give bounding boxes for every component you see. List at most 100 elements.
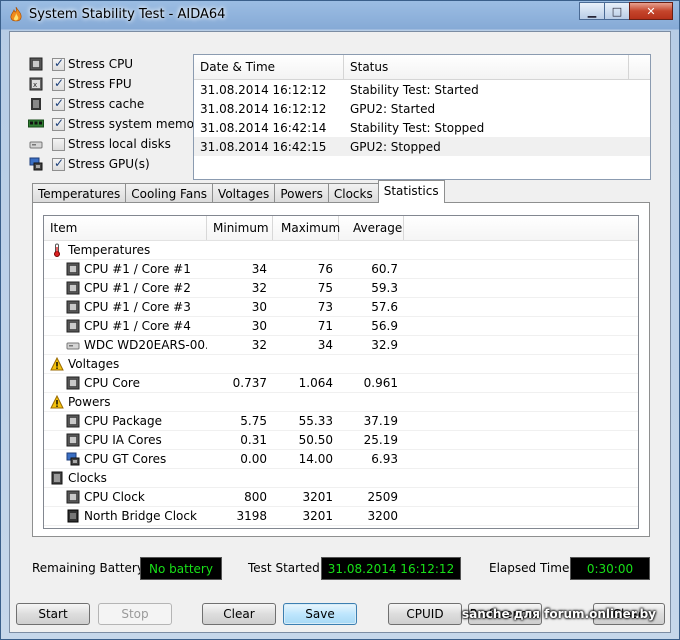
- elapsed-time-value: 0:30:00: [570, 557, 650, 580]
- test-started-label: Test Started:: [248, 561, 324, 575]
- event-log[interactable]: Date & Time Status 31.08.2014 16:12:12 St…: [193, 54, 651, 180]
- option-row[interactable]: Stress CPU: [28, 54, 206, 74]
- fpu-chip-icon: x: [28, 77, 44, 91]
- minimize-button[interactable]: ▁: [579, 2, 605, 20]
- option-label[interactable]: Stress local disks: [68, 137, 171, 151]
- save-button[interactable]: Save: [283, 603, 357, 625]
- tab-cooling-fans[interactable]: Cooling Fans: [125, 183, 214, 203]
- average-value: 3200: [367, 509, 398, 523]
- col-header-item[interactable]: Item: [44, 216, 207, 240]
- log-row[interactable]: 31.08.2014 16:42:15 GPU2: Stopped: [194, 137, 650, 156]
- gpu-monitor-icon: [28, 157, 44, 171]
- test-started-value: 31.08.2014 16:12:12: [321, 557, 461, 580]
- group-label: Temperatures: [68, 243, 151, 257]
- cpu-chip-icon: [66, 262, 80, 276]
- table-row[interactable]: CPU GT Cores 0.00 14.00 6.93: [44, 450, 638, 469]
- tab-temperatures[interactable]: Temperatures: [32, 183, 127, 203]
- group-row[interactable]: Clocks: [44, 469, 638, 488]
- cpu-chip-icon: [66, 281, 80, 295]
- option-label[interactable]: Stress FPU: [68, 77, 132, 91]
- log-row[interactable]: 31.08.2014 16:12:12 Stability Test: Start…: [194, 80, 650, 99]
- table-row[interactable]: CPU Clock 800 3201 2509: [44, 488, 638, 507]
- cpuid-button[interactable]: CPUID: [388, 603, 462, 625]
- cpu-chip-icon: [66, 319, 80, 333]
- col-header-datetime[interactable]: Date & Time: [194, 55, 344, 79]
- col-header-average[interactable]: Average: [339, 216, 404, 240]
- table-row[interactable]: CPU #1 / Core #1 34 76 60.7: [44, 260, 638, 279]
- group-row[interactable]: Powers: [44, 393, 638, 412]
- table-row[interactable]: CPU #1 / Core #4 30 71 56.9: [44, 317, 638, 336]
- minimum-value: 0.00: [240, 452, 267, 466]
- status-line: Remaining Battery: No battery Test Start…: [10, 556, 670, 582]
- average-value: 56.9: [371, 319, 398, 333]
- close-window-button[interactable]: ✕: [629, 2, 673, 20]
- start-button[interactable]: Start: [16, 603, 90, 625]
- cpu-chip-icon: [28, 57, 44, 71]
- item-label: CPU Package: [84, 414, 162, 428]
- log-status: GPU2: Stopped: [350, 139, 441, 154]
- minimum-value: 3198: [236, 509, 267, 523]
- tab-powers[interactable]: Powers: [274, 183, 329, 203]
- option-checkbox[interactable]: [52, 96, 65, 111]
- memory-module-icon: [28, 117, 44, 131]
- table-row[interactable]: CPU Package 5.75 55.33 37.19: [44, 412, 638, 431]
- option-label[interactable]: Stress CPU: [68, 57, 133, 71]
- minimum-value: 0.737: [232, 376, 267, 390]
- group-row[interactable]: Temperatures: [44, 241, 638, 260]
- option-row[interactable]: x Stress FPU: [28, 74, 206, 94]
- clock-chip-icon: [50, 471, 64, 485]
- item-label: CPU Clock: [84, 490, 145, 504]
- table-row[interactable]: CPU IA Cores 0.31 50.50 25.19: [44, 431, 638, 450]
- log-datetime: 31.08.2014 16:12:12: [200, 82, 327, 97]
- option-row[interactable]: Stress local disks: [28, 134, 206, 154]
- maximize-button[interactable]: □: [604, 2, 630, 20]
- maximum-value: 3201: [302, 509, 333, 523]
- log-datetime: 31.08.2014 16:12:12: [200, 101, 327, 116]
- group-label: Voltages: [68, 357, 120, 371]
- cpu-chip-icon: [66, 490, 80, 504]
- option-label[interactable]: Stress cache: [68, 97, 144, 111]
- battery-value: No battery: [140, 557, 222, 580]
- option-checkbox[interactable]: [52, 76, 65, 91]
- option-label[interactable]: Stress system memory: [68, 117, 206, 131]
- log-row[interactable]: 31.08.2014 16:42:14 Stability Test: Stopp…: [194, 118, 650, 137]
- col-header-status[interactable]: Status: [344, 55, 629, 79]
- log-datetime: 31.08.2014 16:42:15: [200, 139, 327, 154]
- tab-voltages[interactable]: Voltages: [212, 183, 276, 203]
- table-row[interactable]: CPU #1 / Core #2 32 75 59.3: [44, 279, 638, 298]
- svg-text:x: x: [33, 81, 37, 89]
- stop-button[interactable]: Stop: [98, 603, 172, 625]
- average-value: 37.19: [363, 414, 398, 428]
- table-row[interactable]: CPU Core 0.737 1.064 0.961: [44, 374, 638, 393]
- title-bar[interactable]: System Stability Test - AIDA64 ▁ □ ✕: [1, 1, 679, 29]
- table-row[interactable]: WDC WD20EARS-00... 32 34 32.9: [44, 336, 638, 355]
- average-value: 0.961: [363, 376, 398, 390]
- option-checkbox[interactable]: [52, 137, 65, 151]
- option-checkbox[interactable]: [52, 116, 65, 131]
- tab-clocks[interactable]: Clocks: [327, 183, 379, 203]
- watermark-text: sanche для forum.onliner.by: [462, 607, 656, 621]
- button-row: Start Stop Clear Save CPUID Preferences …: [10, 603, 670, 627]
- log-row[interactable]: 31.08.2014 16:12:12 GPU2: Started: [194, 99, 650, 118]
- option-row[interactable]: Stress system memory: [28, 114, 206, 134]
- clear-button[interactable]: Clear: [202, 603, 276, 625]
- average-value: 6.93: [371, 452, 398, 466]
- cache-chip-icon: [28, 97, 44, 111]
- tab-statistics[interactable]: Statistics: [377, 180, 445, 203]
- col-header-minimum[interactable]: Minimum: [207, 216, 273, 240]
- table-row[interactable]: CPU #1 / Core #3 30 73 57.6: [44, 298, 638, 317]
- maximum-value: 34: [317, 338, 333, 352]
- col-header-maximum[interactable]: Maximum: [273, 216, 340, 240]
- maximum-value: 71: [317, 319, 333, 333]
- group-row[interactable]: Voltages: [44, 355, 638, 374]
- statistics-grid[interactable]: Item Minimum Maximum Average Temperature…: [43, 215, 639, 529]
- option-row[interactable]: Stress cache: [28, 94, 206, 114]
- minimum-value: 30: [251, 319, 267, 333]
- option-label[interactable]: Stress GPU(s): [68, 157, 150, 171]
- option-checkbox[interactable]: [52, 156, 65, 171]
- table-row[interactable]: North Bridge Clock 3198 3201 3200: [44, 507, 638, 526]
- maximum-value: 76: [317, 262, 333, 276]
- option-row[interactable]: Stress GPU(s): [28, 154, 206, 174]
- thermometer-icon: [50, 243, 64, 257]
- option-checkbox[interactable]: [52, 56, 65, 71]
